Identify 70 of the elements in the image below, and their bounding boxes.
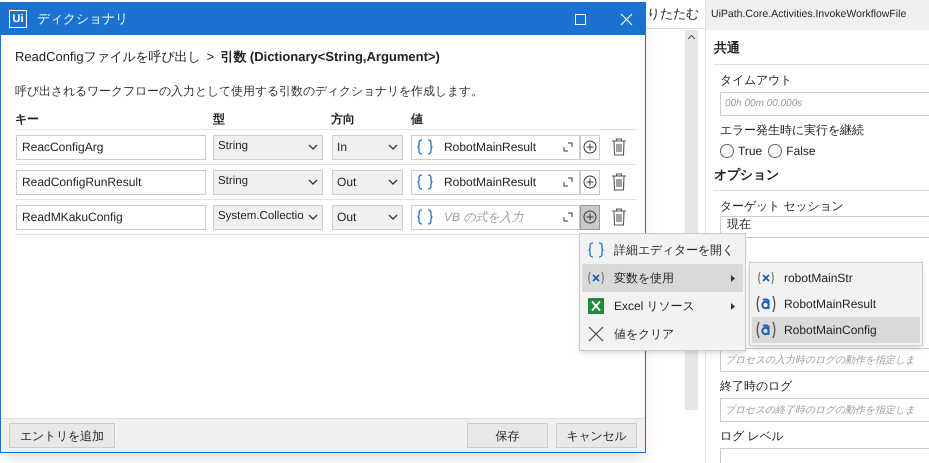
variable-icon: [587, 270, 605, 286]
add-value-button[interactable]: [580, 170, 600, 194]
chevron-down-icon: [388, 214, 398, 220]
type-dropdown[interactable]: System.Collectio: [213, 204, 323, 230]
column-header: 型: [213, 112, 225, 126]
chevron-down-icon: [388, 179, 398, 185]
radio-label: True: [738, 142, 762, 160]
scroll-up-icon[interactable]: [687, 34, 696, 40]
menu-item[interactable]: 値をクリア: [582, 320, 743, 348]
key-input[interactable]: ReadConfigRunResult: [16, 170, 206, 194]
radio-label: False: [786, 142, 816, 160]
submenu-arrow-icon: [731, 302, 735, 310]
field-label: ターゲット セッション: [720, 198, 844, 215]
description: 呼び出されるワークフローの入力として使用する引数のディクショナリを作成します。: [15, 83, 484, 100]
column-header: 値: [411, 112, 423, 126]
breadcrumb-link[interactable]: ReadConfigファイルを呼び出し: [15, 47, 201, 67]
direction-dropdown[interactable]: In: [332, 134, 403, 160]
argument-icon: [756, 321, 776, 339]
trash-icon[interactable]: [611, 138, 627, 156]
section-title: オプション: [714, 166, 779, 182]
type-dropdown[interactable]: String: [213, 170, 323, 194]
radio-button[interactable]: [768, 144, 782, 158]
column-header: 方向: [331, 112, 355, 126]
menu-item[interactable]: Excel リソース: [582, 292, 743, 320]
direction-dropdown[interactable]: Out: [332, 204, 403, 230]
dropdown[interactable]: 現在: [720, 216, 929, 238]
chevron-down-icon: [388, 144, 398, 150]
plus-icon: [583, 140, 597, 154]
dialog-button[interactable]: 保存: [467, 423, 548, 448]
chevron-down-icon: [308, 144, 318, 150]
section-title: 共通: [714, 40, 740, 55]
clear-icon: [588, 326, 604, 342]
plus-icon: [583, 175, 597, 189]
submenu-arrow-icon: [731, 274, 735, 282]
column-header: キー: [15, 112, 39, 126]
menu-item[interactable]: RobotMainResult: [752, 291, 920, 317]
close-icon[interactable]: [620, 12, 633, 26]
key-input[interactable]: ReacConfigArg: [16, 134, 206, 160]
menu-item[interactable]: robotMainStr: [752, 265, 920, 291]
type-dropdown[interactable]: String: [213, 134, 323, 160]
field-label: タイムアウト: [720, 72, 793, 88]
field-label: エラー発生時に実行を継続: [720, 122, 865, 138]
radio-button[interactable]: [720, 144, 734, 158]
breadcrumb-separator: >: [206, 48, 214, 66]
maximize-icon[interactable]: [575, 14, 586, 24]
excel-icon: [588, 298, 604, 314]
add-value-button[interactable]: [580, 204, 600, 230]
trash-icon[interactable]: [611, 173, 627, 191]
chevron-down-icon: [308, 214, 318, 220]
app-logo: Ui: [9, 10, 27, 28]
trash-icon[interactable]: [611, 208, 627, 226]
window-title: ディクショナリ: [37, 10, 129, 28]
plus-icon: [583, 210, 597, 224]
argument-icon: [756, 295, 776, 313]
menu-item[interactable]: 詳細エディターを開く: [582, 236, 743, 264]
panel-header: UiPath.Core.Activities.InvokeWorkflowFile: [706, 0, 929, 30]
direction-dropdown[interactable]: Out: [332, 170, 403, 194]
braces-icon: [588, 242, 604, 258]
dialog-button[interactable]: エントリを追加: [9, 423, 115, 448]
breadcrumb-current: 引数 (Dictionary<String,Argument>): [220, 48, 440, 66]
dialog-button[interactable]: キャンセル: [556, 423, 637, 448]
collapse-label[interactable]: りたたむ: [647, 4, 699, 24]
menu-item[interactable]: 変数を使用: [582, 264, 743, 292]
add-value-button[interactable]: [580, 134, 600, 160]
field-label: ログ レベル: [720, 428, 784, 445]
field-label: 終了時のログ: [720, 378, 794, 395]
menu-item[interactable]: RobotMainConfig: [752, 317, 920, 343]
key-input[interactable]: ReadMKakuConfig: [16, 204, 206, 230]
variable-icon: [757, 270, 775, 286]
chevron-down-icon: [308, 179, 318, 185]
